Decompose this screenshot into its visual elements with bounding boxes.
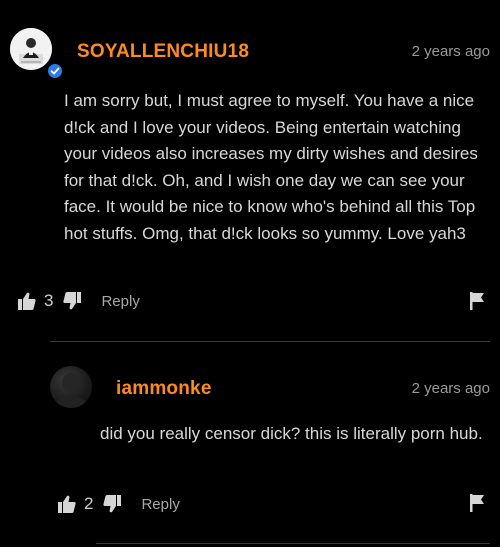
thumbs-down-icon[interactable] (101, 493, 123, 515)
divider (96, 543, 490, 544)
reply-button[interactable]: Reply (101, 293, 139, 310)
comment-text: I am sorry but, I must agree to myself. … (64, 91, 478, 243)
like-count: 3 (44, 291, 54, 310)
divider (50, 341, 490, 342)
username[interactable]: iammonke (116, 378, 212, 400)
thumbs-down-icon[interactable] (61, 290, 83, 312)
comment-actions: 2 Reply (56, 490, 180, 518)
thumbs-up-icon[interactable] (16, 290, 38, 312)
username[interactable]: SOYALLENCHIU18 (77, 41, 249, 63)
timestamp: 2 years ago (411, 43, 490, 60)
avatar[interactable] (10, 28, 52, 70)
flag-icon[interactable] (468, 493, 486, 513)
like-count: 2 (84, 494, 94, 513)
verified-badge-icon (46, 62, 64, 80)
avatar[interactable] (50, 366, 92, 408)
flag-icon[interactable] (468, 291, 486, 311)
reply-button[interactable]: Reply (141, 496, 179, 513)
comment-actions: 3 Reply (16, 287, 140, 315)
thumbs-up-icon[interactable] (56, 493, 78, 515)
timestamp: 2 years ago (411, 380, 490, 397)
comment-text: did you really censor dick? this is lite… (100, 424, 483, 443)
user-photo-avatar-icon (10, 28, 52, 70)
dark-avatar-icon (55, 373, 87, 408)
